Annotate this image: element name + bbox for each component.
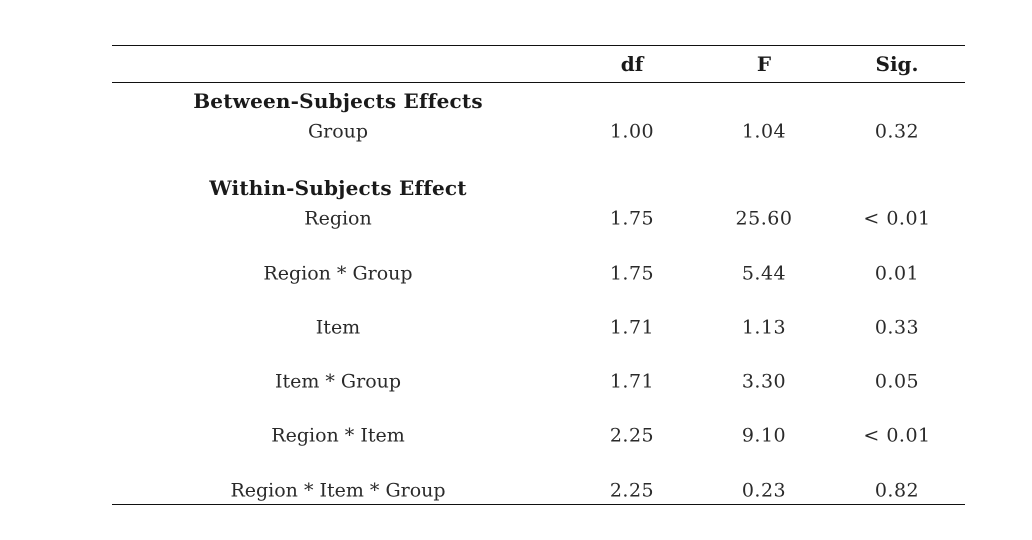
row-sig-value: 0.01: [874, 262, 920, 285]
table-bottom-rule: [112, 504, 965, 505]
row-sig-value: 0.33: [874, 316, 920, 339]
row-sig-value: < 0.01: [863, 207, 931, 230]
row-df-value: 1.75: [609, 207, 655, 230]
row-df-value: 2.25: [609, 479, 655, 502]
row-f-value: 1.13: [741, 316, 787, 339]
column-header-df: df: [620, 52, 644, 76]
row-sig-value: 0.82: [874, 479, 920, 502]
row-effect-label: Region * Item: [271, 424, 405, 447]
table-top-rule: [112, 45, 965, 46]
row-f-value: 0.23: [741, 479, 787, 502]
row-effect-label: Group: [307, 120, 369, 143]
column-header-f: F: [756, 52, 772, 76]
row-sig-value: 0.05: [874, 370, 920, 393]
row-f-value: 1.04: [741, 120, 787, 143]
row-f-value: 25.60: [735, 207, 793, 230]
row-f-value: 5.44: [741, 262, 787, 285]
row-effect-label: Item * Group: [274, 370, 402, 393]
row-effect-label: Item: [315, 316, 361, 339]
row-df-value: 1.71: [609, 370, 655, 393]
column-header-sig: Sig.: [875, 52, 919, 76]
row-sig-value: < 0.01: [863, 424, 931, 447]
row-effect-label: Region * Item * Group: [230, 479, 446, 502]
row-sig-value: 0.32: [874, 120, 920, 143]
row-df-value: 1.71: [609, 316, 655, 339]
row-effect-label: Region * Group: [263, 262, 413, 285]
row-f-value: 9.10: [741, 424, 787, 447]
row-df-value: 1.75: [609, 262, 655, 285]
section-title-within-subjects: Within-Subjects Effect: [209, 176, 467, 200]
section-title-between-subjects: Between-Subjects Effects: [193, 89, 483, 113]
row-f-value: 3.30: [741, 370, 787, 393]
table-header-rule: [112, 82, 965, 83]
row-effect-label: Region: [304, 207, 372, 230]
row-df-value: 1.00: [609, 120, 655, 143]
row-df-value: 2.25: [609, 424, 655, 447]
